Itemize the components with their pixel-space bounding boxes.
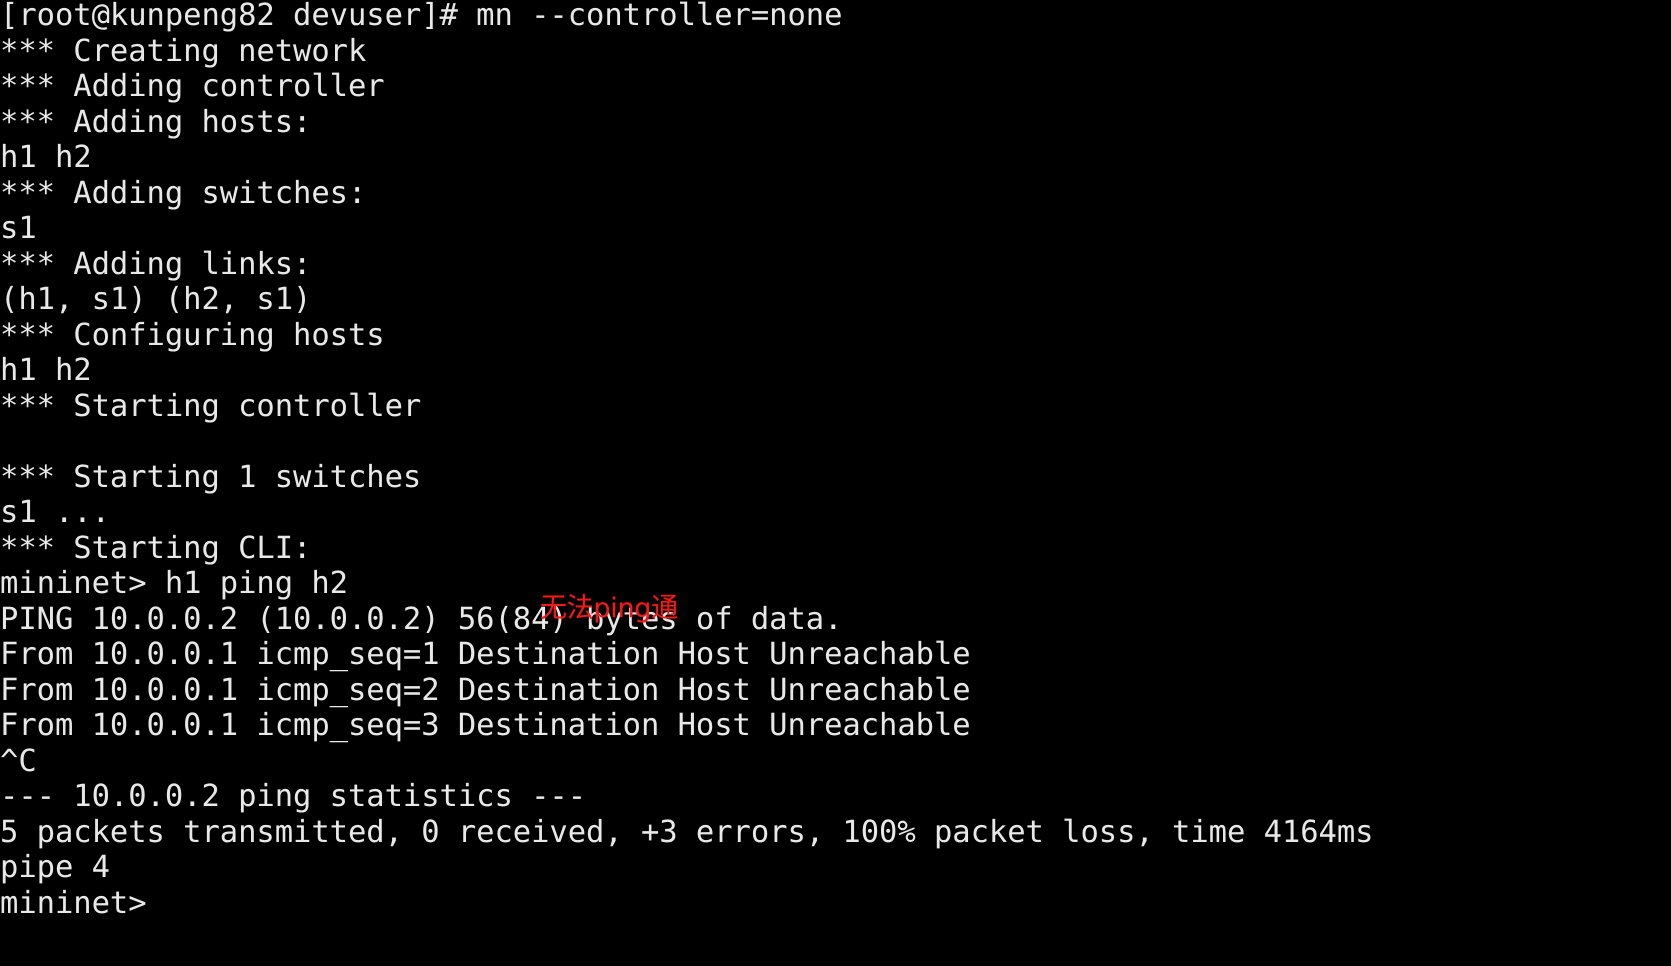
terminal-line: pipe 4 — [0, 850, 110, 885]
annotation-cannot-ping: 无法ping通 — [540, 593, 678, 624]
terminal-line: *** Adding links: — [0, 246, 312, 282]
terminal-line: h1 h2 — [0, 140, 92, 175]
terminal-line: *** Starting controller — [0, 388, 422, 424]
terminal-line-ping-summary: 5 packets transmitted, 0 received, +3 er… — [0, 814, 1374, 850]
terminal-line: *** Creating network — [0, 33, 367, 69]
terminal-line: [root@kunpeng82 devuser]# mn --controlle… — [0, 0, 843, 33]
terminal-line-ping-command: mininet> h1 ping h2 — [0, 566, 348, 601]
terminal-line: ^C — [0, 743, 37, 779]
terminal-line: *** Configuring hosts — [0, 317, 385, 353]
terminal-line: --- 10.0.0.2 ping statistics --- — [0, 779, 587, 814]
terminal-line: h1 h2 — [0, 353, 92, 388]
terminal-line: PING 10.0.0.2 (10.0.0.2) 56(84) bytes of… — [0, 601, 843, 637]
terminal-window[interactable]: [root@kunpeng82 devuser]# mn --controlle… — [0, 0, 1671, 966]
terminal-line: *** Starting CLI: — [0, 530, 312, 566]
terminal-line: *** Starting 1 switches — [0, 459, 422, 495]
terminal-output: [root@kunpeng82 devuser]# mn --controlle… — [0, 0, 1671, 921]
terminal-line: *** Adding switches: — [0, 175, 367, 211]
terminal-line: From 10.0.0.1 icmp_seq=1 Destination Hos… — [0, 637, 971, 672]
terminal-line: From 10.0.0.1 icmp_seq=2 Destination Hos… — [0, 672, 971, 708]
terminal-line: *** Adding hosts: — [0, 104, 312, 140]
terminal-line: From 10.0.0.1 icmp_seq=3 Destination Hos… — [0, 708, 971, 743]
terminal-line: *** Adding controller — [0, 69, 385, 104]
terminal-prompt-line[interactable]: mininet> — [0, 886, 1671, 922]
terminal-line: (h1, s1) (h2, s1) — [0, 282, 312, 317]
terminal-line: s1 ... — [0, 495, 110, 530]
terminal-line: s1 — [0, 211, 37, 246]
